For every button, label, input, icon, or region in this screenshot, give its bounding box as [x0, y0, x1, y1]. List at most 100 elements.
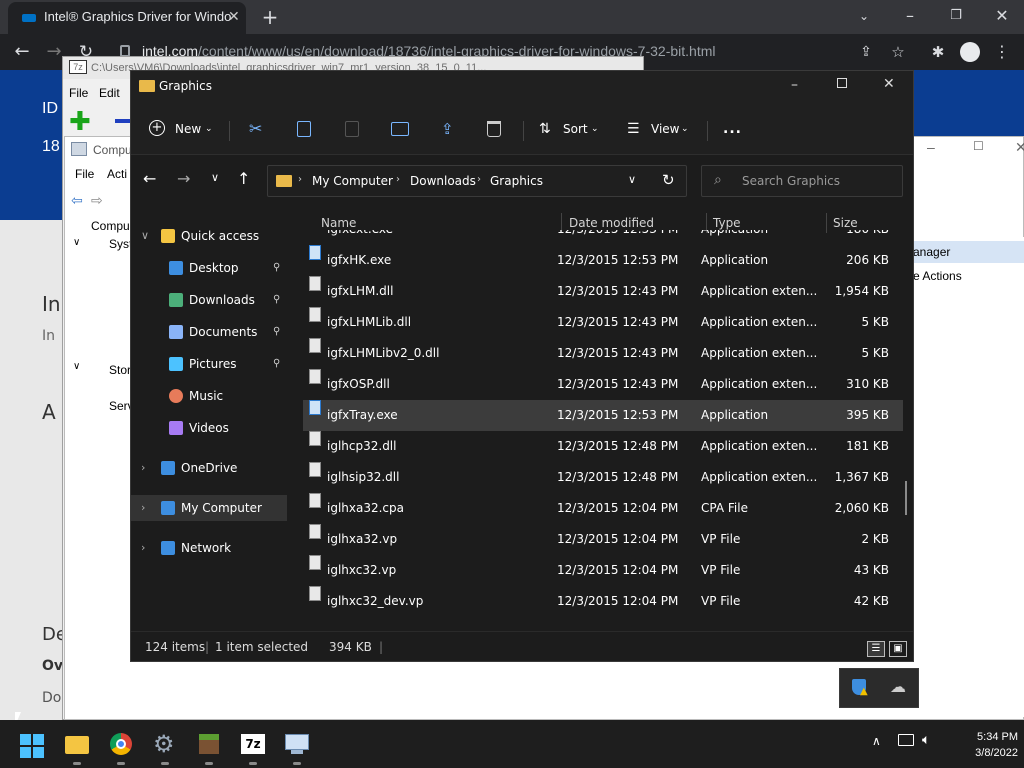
- nav-item-my-computer[interactable]: › My Computer: [131, 495, 287, 521]
- search-input[interactable]: ⌕ Search Graphics: [701, 165, 903, 197]
- status-divider: |: [379, 640, 384, 654]
- pin-icon[interactable]: ⚲: [273, 319, 280, 345]
- file-row[interactable]: iglhxc32_dev.vp 12/3/2015 12:04 PM VP File…: [303, 586, 903, 617]
- close-tab-icon[interactable]: ✕: [228, 8, 240, 25]
- more-options-button[interactable]: ...: [723, 117, 742, 141]
- address-dropdown-icon[interactable]: ∨: [628, 173, 636, 186]
- chevron-right-icon[interactable]: ›: [141, 455, 145, 481]
- breadcrumb[interactable]: › My Computer › Downloads › Graphics ∨ ↻: [267, 165, 687, 197]
- pin-icon[interactable]: ⚲: [273, 255, 280, 281]
- nav-item-pictures[interactable]: Pictures ⚲: [131, 351, 287, 377]
- close-window-icon[interactable]: ✕: [988, 2, 1016, 30]
- cm-back-icon[interactable]: ⇦: [71, 193, 83, 209]
- recent-locations-icon[interactable]: ∨: [211, 171, 219, 184]
- network-icon[interactable]: [898, 734, 914, 746]
- forward-icon[interactable]: →: [177, 169, 190, 188]
- vertical-scrollbar[interactable]: [905, 481, 907, 515]
- 7zip-menu-file[interactable]: File: [69, 86, 88, 100]
- new-button[interactable]: + New ⌄: [149, 117, 215, 141]
- nav-item-onedrive[interactable]: › OneDrive: [131, 455, 287, 481]
- cm-close-icon[interactable]: ✕: [1015, 139, 1024, 156]
- chevron-right-icon[interactable]: ›: [141, 535, 145, 561]
- collapse-icon[interactable]: ∨: [73, 237, 80, 248]
- chevron-down-icon[interactable]: ∨: [141, 223, 149, 249]
- file-row[interactable]: igfxLHMLib.dll 12/3/2015 12:43 PM Applicat…: [303, 307, 903, 338]
- file-row[interactable]: igfxLHM.dll 12/3/2015 12:43 PM Application…: [303, 276, 903, 307]
- pin-icon[interactable]: ⚲: [273, 351, 280, 377]
- cm-forward-icon[interactable]: ⇨: [91, 193, 103, 209]
- chevron-right-icon[interactable]: ›: [141, 495, 145, 521]
- pin-icon[interactable]: ⚲: [273, 287, 280, 313]
- chrome-icon[interactable]: [105, 728, 137, 765]
- cm-tree-computer[interactable]: Compu: [91, 219, 130, 233]
- cm-menu-action[interactable]: Acti: [107, 167, 127, 181]
- tiles-view-icon[interactable]: ▣: [889, 641, 907, 657]
- nav-item-quick-access[interactable]: ∨ Quick access: [131, 223, 287, 249]
- delete-icon[interactable]: [487, 121, 501, 137]
- volume-icon[interactable]: 🔈︎: [922, 732, 930, 748]
- refresh-icon[interactable]: ↻: [662, 171, 675, 189]
- file-row[interactable]: iglhxa32.vp 12/3/2015 12:04 PM VP File 2 KB: [303, 524, 903, 555]
- new-tab-icon[interactable]: +: [256, 3, 284, 31]
- nav-item-downloads[interactable]: Downloads ⚲: [131, 287, 287, 313]
- file-row[interactable]: iglhsip32.dll 12/3/2015 12:48 PM Applicati…: [303, 462, 903, 493]
- cm-more-actions[interactable]: e Actions: [913, 269, 962, 283]
- file-row[interactable]: igfxOSP.dll 12/3/2015 12:43 PM Application…: [303, 369, 903, 400]
- file-row[interactable]: igfxLHMLibv2_0.dll 12/3/2015 12:43 PM Appl…: [303, 338, 903, 369]
- nav-item-videos[interactable]: Videos: [131, 415, 287, 441]
- file-row[interactable]: iglhcp32.dll 12/3/2015 12:48 PM Applicatio…: [303, 431, 903, 462]
- explorer-close-icon[interactable]: ✕: [883, 76, 895, 92]
- copy-icon[interactable]: [297, 121, 311, 137]
- file-date: 12/3/2015 12:48 PM: [557, 470, 679, 484]
- collapse-icon[interactable]: ∨: [73, 361, 80, 372]
- cut-icon[interactable]: ✂: [249, 117, 262, 141]
- up-icon[interactable]: ↑: [237, 169, 250, 188]
- paste-icon[interactable]: [345, 121, 359, 137]
- device-manager-icon[interactable]: [281, 728, 313, 765]
- back-icon[interactable]: ←: [8, 38, 36, 66]
- nav-item-desktop[interactable]: Desktop ⚲: [131, 255, 287, 281]
- settings-icon[interactable]: ⚙: [149, 728, 181, 765]
- breadcrumb-my-computer[interactable]: My Computer: [312, 174, 393, 188]
- breadcrumb-downloads[interactable]: Downloads: [410, 174, 476, 188]
- clock[interactable]: 5:34 PM 3/8/2022: [946, 729, 1018, 761]
- rename-icon[interactable]: [391, 122, 409, 136]
- 7zip-extract-icon[interactable]: [115, 119, 131, 123]
- cm-menu-file[interactable]: File: [75, 167, 94, 181]
- 7zip-add-icon[interactable]: ✚: [69, 109, 91, 135]
- sort-button[interactable]: ⇅ Sort ⌄: [539, 117, 601, 141]
- profile-avatar-icon[interactable]: [960, 42, 980, 62]
- file-row[interactable]: igfxHK.exe 12/3/2015 12:53 PM Application 2…: [303, 245, 903, 276]
- restore-icon[interactable]: ❐: [942, 2, 970, 30]
- start-icon[interactable]: [16, 728, 48, 760]
- extensions-icon[interactable]: ✱: [924, 38, 952, 66]
- nav-item-documents[interactable]: Documents ⚲: [131, 319, 287, 345]
- share-icon[interactable]: ⇪: [441, 117, 454, 141]
- menu-icon[interactable]: ⋮: [988, 38, 1016, 66]
- explorer-maximize-icon[interactable]: [837, 78, 847, 88]
- cm-tree-storage[interactable]: Stor: [109, 363, 131, 377]
- details-view-icon[interactable]: ☰: [867, 641, 885, 657]
- file-row[interactable]: iglhxa32.cpa 12/3/2015 12:04 PM CPA File 2,…: [303, 493, 903, 524]
- chrome-tab[interactable]: Intel® Graphics Driver for Windo ✕: [8, 2, 246, 34]
- show-hidden-icons-icon[interactable]: ∧: [872, 734, 881, 748]
- explorer-minimize-icon[interactable]: –: [791, 77, 798, 93]
- 7zip-menu-edit[interactable]: Edit: [99, 86, 120, 100]
- minecraft-icon[interactable]: [193, 728, 225, 765]
- file-row[interactable]: igfxTray.exe 12/3/2015 12:53 PM Applicatio…: [303, 400, 903, 431]
- nav-item-music[interactable]: Music: [131, 383, 287, 409]
- file-explorer-icon[interactable]: [61, 728, 93, 765]
- cm-minimize-icon[interactable]: –: [927, 139, 935, 155]
- tab-search-icon[interactable]: ⌄: [850, 2, 878, 30]
- cm-restore-icon[interactable]: ☐: [973, 139, 984, 153]
- minimize-icon[interactable]: –: [896, 2, 924, 30]
- view-button[interactable]: ☰ View ⌄: [627, 117, 693, 141]
- onedrive-offline-icon[interactable]: ☁: [890, 677, 906, 696]
- nav-item-network[interactable]: › Network: [131, 535, 287, 561]
- 7zip-icon[interactable]: 7z: [237, 728, 269, 765]
- cm-tree-system[interactable]: Syst: [109, 237, 132, 251]
- file-row[interactable]: igfxext.exe 12/3/2015 12:53 PM Application…: [303, 230, 903, 245]
- breadcrumb-graphics[interactable]: Graphics: [490, 174, 543, 188]
- back-icon[interactable]: ←: [143, 169, 156, 188]
- file-row[interactable]: iglhxc32.vp 12/3/2015 12:04 PM VP File 43 K…: [303, 555, 903, 586]
